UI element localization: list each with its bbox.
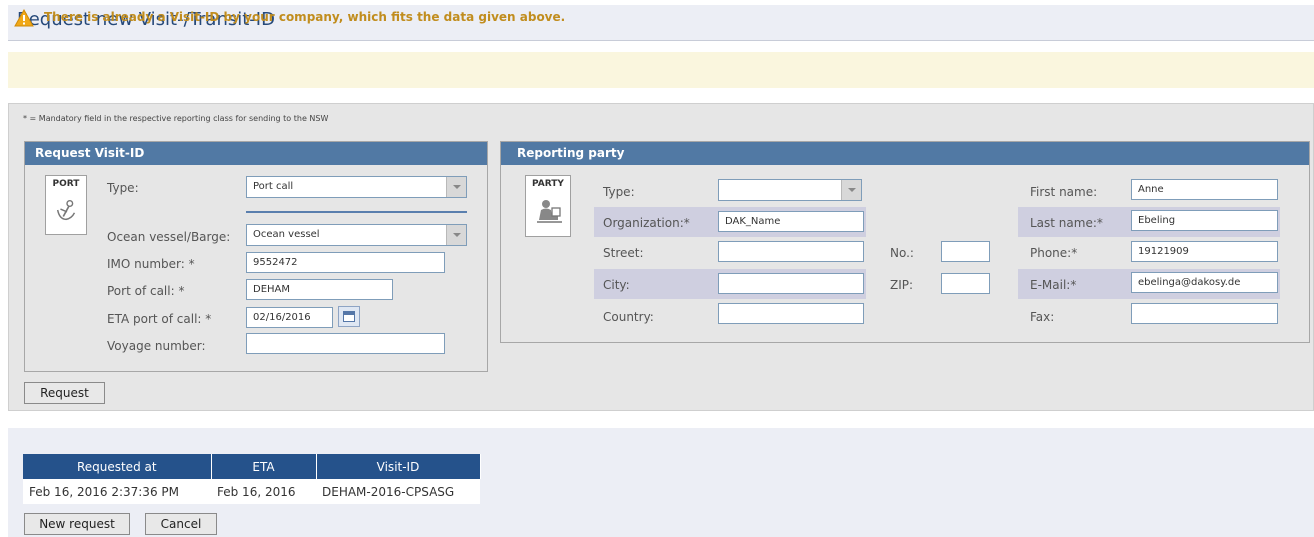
country-label: Country: (603, 310, 654, 324)
organization-input[interactable]: DAK_Name (718, 211, 864, 232)
cancel-button[interactable]: Cancel (145, 513, 217, 535)
warning-text: There is already a Visit-ID by your comp… (44, 10, 566, 24)
visit-id-cell: DEHAM-2016-CPSASG (316, 479, 480, 504)
eta-cell: Feb 16, 2016 (211, 479, 316, 504)
fax-input[interactable] (1131, 303, 1278, 324)
warning-icon (14, 9, 34, 27)
street-input[interactable] (718, 241, 864, 262)
voyage-label: Voyage number: (107, 339, 206, 353)
phone-input[interactable]: 19121909 (1131, 241, 1278, 262)
anchor-icon (56, 199, 76, 221)
requested-at-cell: Feb 16, 2016 2:37:36 PM (23, 479, 211, 504)
voyage-input[interactable] (246, 333, 445, 354)
street-label: Street: (603, 246, 644, 260)
calendar-icon[interactable] (338, 306, 360, 327)
type-label: Type: (107, 181, 139, 195)
email-input[interactable]: ebelinga@dakosy.de (1131, 272, 1278, 293)
type-select-value: Port call (253, 181, 294, 192)
vessel-select[interactable]: Ocean vessel (246, 224, 467, 246)
port-icon: PORT (45, 175, 87, 235)
vessel-select-value: Ocean vessel (253, 229, 320, 240)
fax-label: Fax: (1030, 310, 1055, 324)
column-header: Visit-ID (316, 454, 481, 479)
mandatory-note: * = Mandatory field in the respective re… (23, 114, 329, 123)
column-header: ETA (211, 454, 317, 479)
port-of-call-input[interactable]: DEHAM (246, 279, 393, 300)
party-icon: PARTY (525, 175, 571, 237)
imo-label: IMO number: * (107, 257, 195, 271)
chevron-down-icon[interactable] (841, 180, 861, 200)
chevron-down-icon[interactable] (446, 177, 466, 197)
first-name-input[interactable]: Anne (1131, 179, 1278, 200)
party-type-label: Type: (603, 185, 635, 199)
party-icon-label: PARTY (532, 179, 564, 189)
new-request-button[interactable]: New request (24, 513, 130, 535)
port-icon-label: PORT (52, 179, 80, 189)
warning-banner (8, 52, 1314, 88)
person-at-desk-icon (537, 200, 562, 223)
request-visit-heading: Request Visit-ID (25, 142, 487, 165)
results-table: Requested at ETA Visit-ID Feb 16, 2016 2… (23, 454, 481, 504)
last-name-label: Last name:* (1030, 216, 1103, 230)
house-no-label: No.: (890, 246, 914, 260)
phone-label: Phone:* (1030, 246, 1078, 260)
country-input[interactable] (718, 303, 864, 324)
last-name-input[interactable]: Ebeling (1131, 210, 1278, 231)
request-button[interactable]: Request (24, 382, 105, 404)
reporting-party-heading: Reporting party (501, 142, 1309, 165)
city-input[interactable] (718, 273, 864, 294)
imo-input[interactable]: 9552472 (246, 252, 445, 273)
type-select[interactable]: Port call (246, 176, 467, 198)
city-label: City: (603, 278, 630, 292)
email-label: E-Mail:* (1030, 278, 1077, 292)
eta-label: ETA port of call: * (107, 312, 212, 326)
chevron-down-icon[interactable] (446, 225, 466, 245)
zip-label: ZIP: (890, 278, 914, 292)
type-divider (246, 211, 467, 213)
eta-input[interactable]: 02/16/2016 (246, 307, 333, 328)
column-header: Requested at (23, 454, 212, 479)
table-row[interactable]: Feb 16, 2016 2:37:36 PM Feb 16, 2016 DEH… (23, 479, 480, 504)
vessel-label: Ocean vessel/Barge: (107, 230, 231, 244)
organization-label: Organization:* (603, 216, 690, 230)
results-header-row: Requested at ETA Visit-ID (23, 454, 481, 479)
house-no-input[interactable] (941, 241, 990, 262)
first-name-label: First name: (1030, 185, 1098, 199)
port-of-call-label: Port of call: * (107, 284, 185, 298)
party-type-select[interactable] (718, 179, 862, 201)
zip-input[interactable] (941, 273, 990, 294)
